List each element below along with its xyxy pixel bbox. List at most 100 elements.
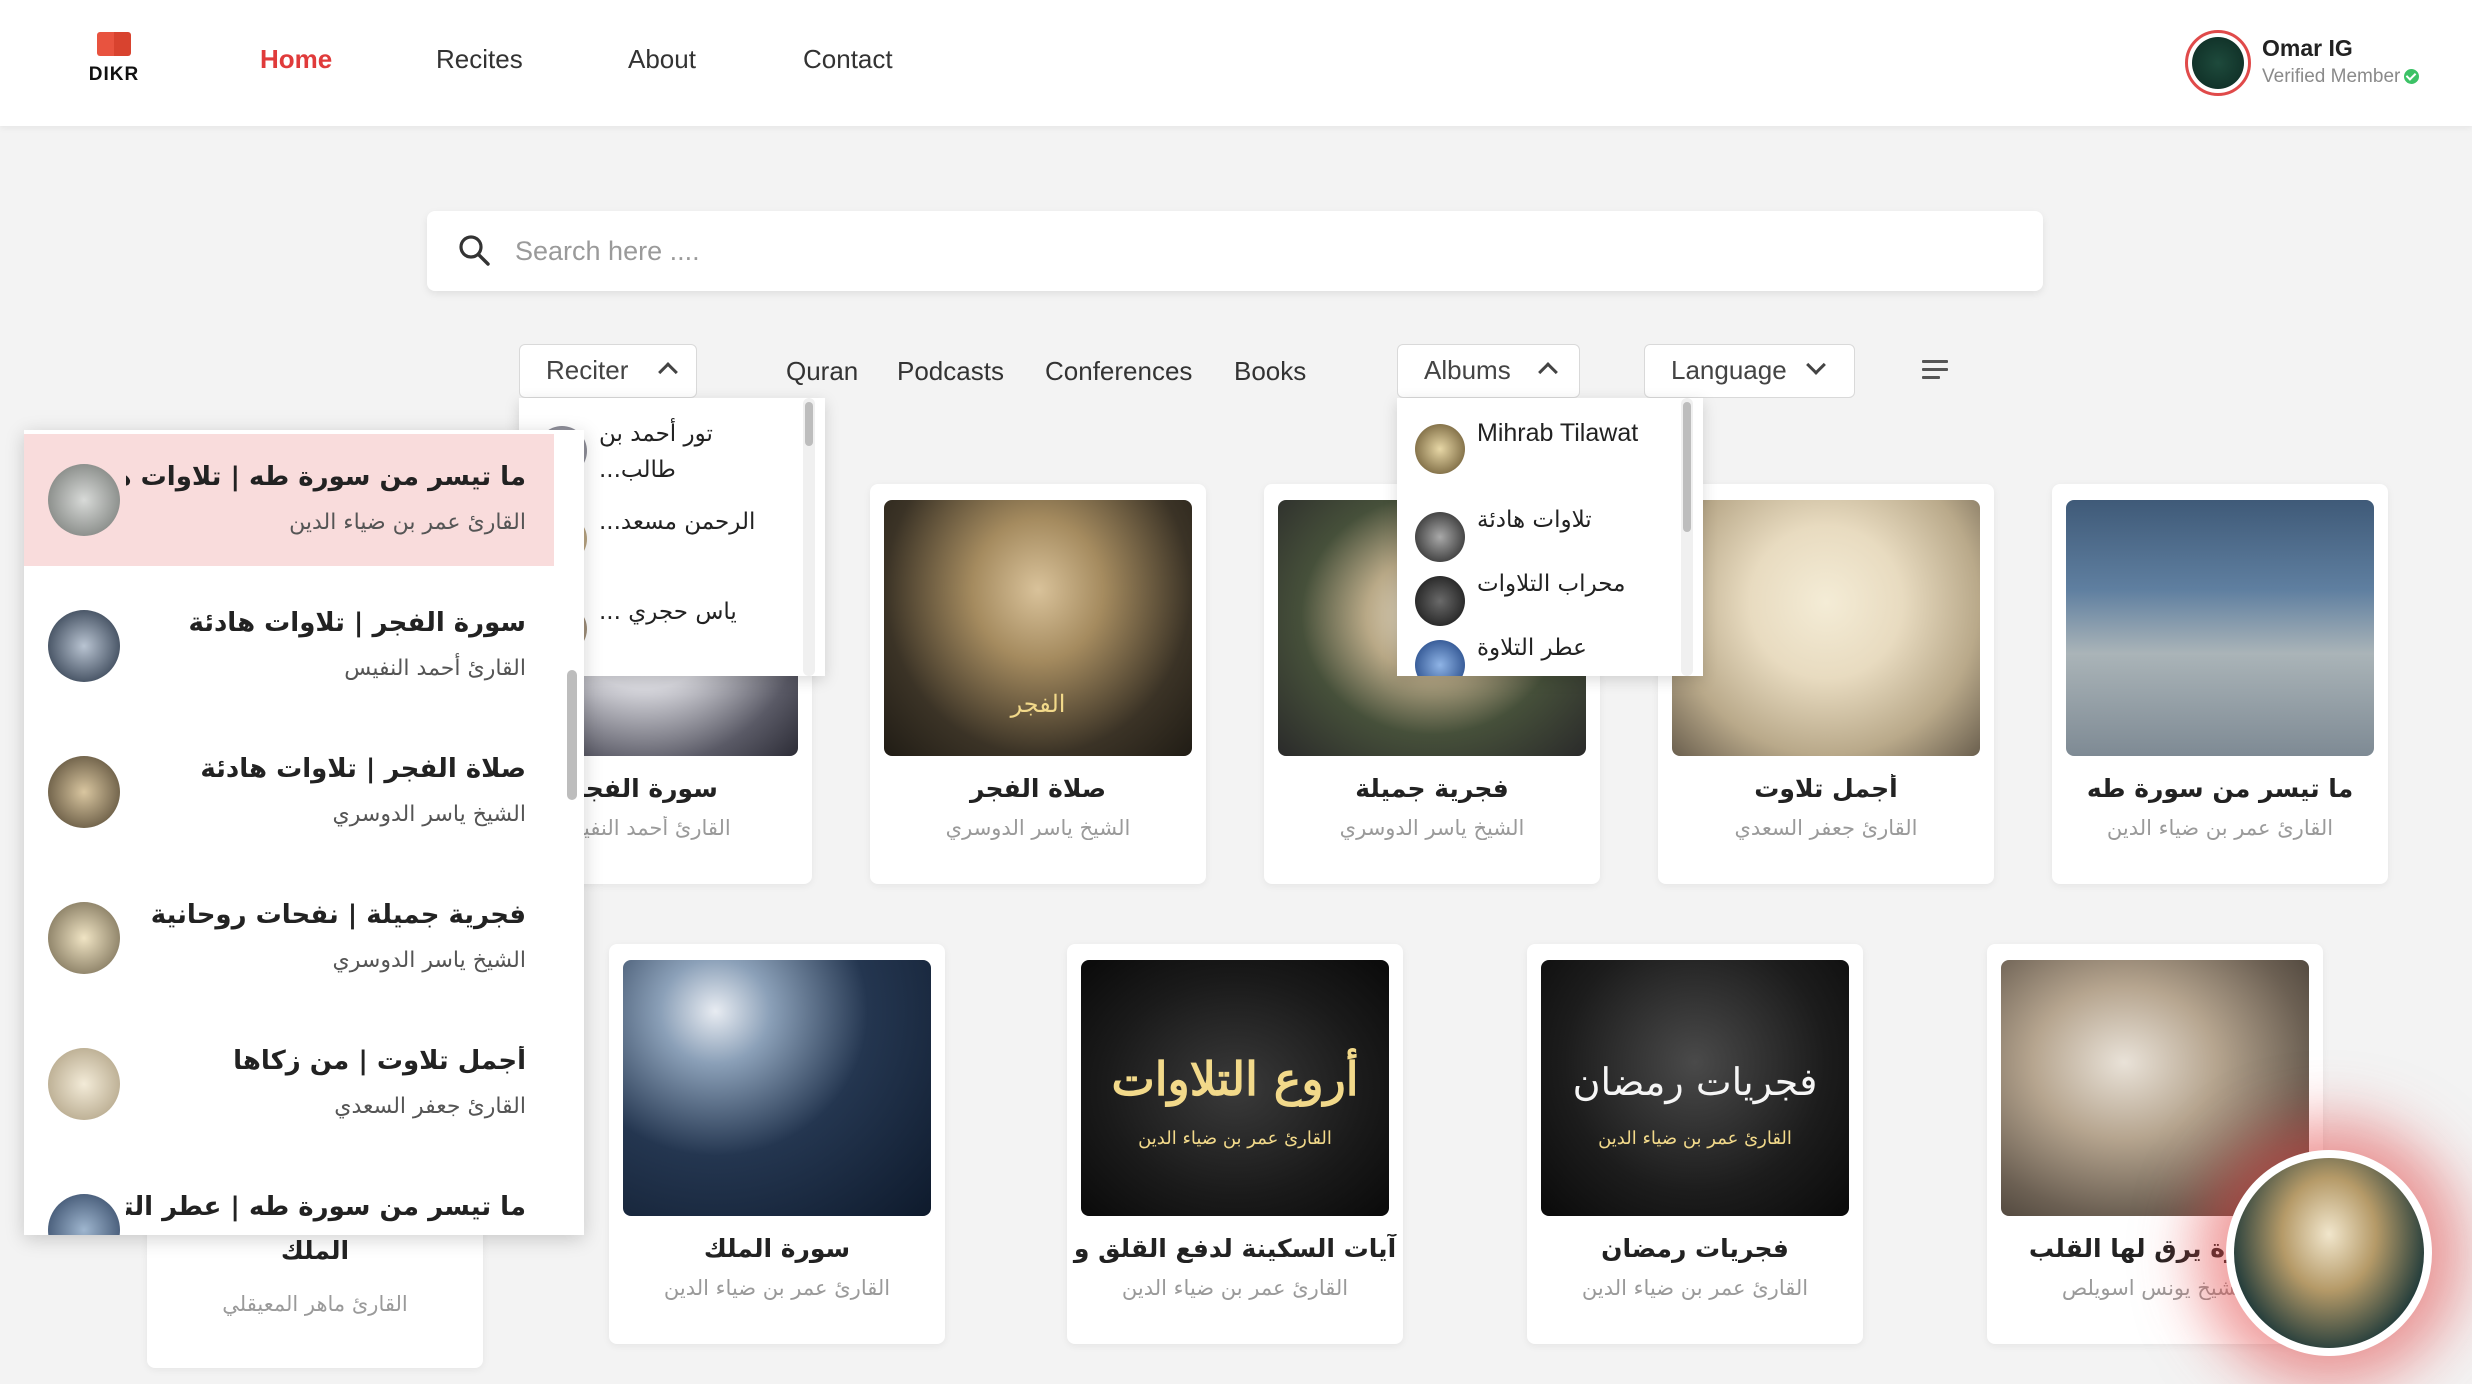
album-avatar (1415, 512, 1465, 562)
album-avatar (1415, 424, 1465, 474)
list-item-avatar (48, 1194, 120, 1235)
album-option[interactable]: Mihrab Tilawat (1415, 414, 1655, 474)
card-reciter: القارئ عمر بن ضياء الدين (2106, 816, 2334, 840)
reciter-filter-button[interactable]: Reciter (519, 344, 697, 398)
panel-scrollbar[interactable] (564, 670, 578, 1235)
list-item[interactable]: فجرية جميلة | نفحات روحانية الشيخ ياسر ا… (24, 872, 554, 1004)
reciter-option-label: ياس حجري ... (599, 599, 737, 625)
album-option[interactable]: محراب التلاوات (1415, 566, 1655, 626)
logo-text: DIKR (88, 64, 140, 85)
card-title: فجرية جميلة (1355, 774, 1509, 803)
list-item[interactable]: ما تيسر من سورة طه | تلاوات هادئة القارئ… (24, 434, 554, 566)
thumbnail-caption: أروع التلاوات (1111, 1052, 1359, 1106)
top-navbar: DIKR Home Recites About Contact Omar IG … (0, 0, 2472, 126)
user-profile[interactable]: Omar IG Verified Member (2185, 30, 2445, 96)
list-item[interactable]: سورة الفجر | تلاوات هادئة القارئ أحمد ال… (24, 580, 554, 712)
list-item-avatar (48, 610, 120, 682)
card-reciter: القارئ عمر بن ضياء الدين (1581, 1276, 1809, 1300)
search-icon[interactable] (457, 233, 493, 269)
floating-player-button[interactable] (2226, 1150, 2432, 1356)
card-reciter: الشيخ ياسر الدوسري (1339, 816, 1525, 840)
nav-home[interactable]: Home (260, 44, 332, 75)
category-podcasts[interactable]: Podcasts (897, 356, 1004, 387)
nav-contact[interactable]: Contact (803, 44, 893, 75)
card-title: أجمل تلاوت (1754, 774, 1898, 803)
card-thumbnail (1672, 500, 1980, 756)
avatar[interactable] (2185, 30, 2251, 96)
list-item-title: سورة الفجر | تلاوات هادئة (188, 608, 526, 638)
sort-lines-icon[interactable] (1922, 360, 1948, 382)
category-books[interactable]: Books (1234, 356, 1306, 387)
search-input[interactable] (515, 223, 2015, 279)
card-reciter: القارئ عمر بن ضياء الدين (1121, 1276, 1349, 1300)
user-status: Verified Member (2262, 66, 2420, 88)
category-conferences[interactable]: Conferences (1045, 356, 1192, 387)
list-item[interactable]: ما تيسر من سورة طه | عطر التلاوة (24, 1164, 554, 1235)
chevron-up-icon (1538, 362, 1558, 382)
album-option-label: محراب التلاوات (1477, 571, 1626, 597)
list-item-title: ما تيسر من سورة طه | عطر التلاوة (126, 1192, 526, 1222)
album-option[interactable]: تلاوات هادئة (1415, 502, 1655, 562)
recitation-card[interactable]: ما تيسر من سورة طه القارئ عمر بن ضياء ال… (2052, 484, 2388, 884)
album-option-label: Mihrab Tilawat (1477, 419, 1639, 447)
list-item-reciter: القارئ أحمد النفيس (344, 656, 526, 681)
thumbnail-caption-sub: القارئ عمر بن ضياء الدين (1138, 1128, 1332, 1149)
recitation-card[interactable]: سورة الملك القارئ عمر بن ضياء الدين (609, 944, 945, 1344)
album-option-label: تلاوات هادئة (1477, 507, 1592, 533)
dropdown-scrollbar[interactable] (803, 398, 815, 676)
list-item[interactable]: صلاة الفجر | تلاوات هادئة الشيخ ياسر الد… (24, 726, 554, 858)
list-item-avatar (48, 1048, 120, 1120)
logo[interactable]: DIKR (84, 32, 144, 86)
card-title: الملك (280, 1236, 350, 1265)
book-icon (97, 32, 131, 56)
list-item-title: فجرية جميلة | نفحات روحانية (150, 900, 526, 930)
recitations-list-panel: ما تيسر من سورة طه | تلاوات هادئة القارئ… (24, 430, 584, 1235)
albums-filter-button[interactable]: Albums (1397, 344, 1580, 398)
albums-dropdown: Mihrab Tilawat تلاوات هادئة محراب التلاو… (1397, 398, 1703, 676)
album-option[interactable]: عطر التلاوة (1415, 630, 1655, 676)
card-title: فجريات رمضان (1601, 1234, 1789, 1263)
albums-filter-label: Albums (1424, 355, 1511, 385)
list-item-reciter: القارئ عمر بن ضياء الدين (289, 510, 526, 535)
now-playing-thumbnail (2234, 1158, 2424, 1348)
card-thumbnail: الفجر (884, 500, 1192, 756)
thumbnail-caption-sub: القارئ عمر بن ضياء الدين (1598, 1128, 1792, 1149)
card-reciter: القارئ ماهر المعيقلي (222, 1292, 408, 1316)
language-filter-button[interactable]: Language (1644, 344, 1855, 398)
recitation-card[interactable]: فجريات رمضان القارئ عمر بن ضياء الدين فج… (1527, 944, 1863, 1344)
language-filter-label: Language (1671, 355, 1787, 385)
recitation-card[interactable]: الفجر صلاة الفجر الشيخ ياسر الدوسري (870, 484, 1206, 884)
dropdown-scrollbar[interactable] (1681, 398, 1693, 676)
card-title: صلاة الفجر (969, 774, 1107, 803)
card-reciter: القارئ جعفر السعدي (1734, 816, 1918, 840)
list-item-title: ما تيسر من سورة طه | تلاوات هادئة (126, 462, 526, 492)
category-quran[interactable]: Quran (786, 356, 858, 387)
recitation-card[interactable]: أروع التلاوات القارئ عمر بن ضياء الدين آ… (1067, 944, 1403, 1344)
chevron-down-icon (1806, 355, 1826, 375)
nav-recites[interactable]: Recites (436, 44, 523, 75)
list-item-avatar (48, 756, 120, 828)
thumbnail-caption: فجريات رمضان (1572, 1060, 1818, 1104)
verified-check-icon (2404, 69, 2420, 85)
card-thumbnail: أروع التلاوات القارئ عمر بن ضياء الدين (1081, 960, 1389, 1216)
recitation-card[interactable]: أجمل تلاوت القارئ جعفر السعدي (1658, 484, 1994, 884)
nav-about[interactable]: About (628, 44, 696, 75)
card-reciter: الشيخ ياسر الدوسري (945, 816, 1131, 840)
list-item[interactable]: أجمل تلاوت | من زكاها القارئ جعفر السعدي (24, 1018, 554, 1150)
reciter-option-label: الرحمن مسعد... (599, 509, 756, 535)
album-avatar (1415, 640, 1465, 676)
search-bar (427, 211, 2043, 291)
reciter-option-label: تور أحمد بن طالب... (599, 421, 713, 483)
thumbnail-caption: الفجر (1010, 690, 1066, 718)
user-status-text: Verified Member (2262, 66, 2401, 87)
card-title: سورة الملك (703, 1234, 851, 1263)
card-title: ما تيسر من سورة طه (2086, 774, 2354, 803)
chevron-up-icon (658, 362, 678, 382)
list-item-reciter: القارئ جعفر السعدي (334, 1094, 526, 1119)
card-reciter: القارئ عمر بن ضياء الدين (663, 1276, 891, 1300)
user-name: Omar IG (2262, 35, 2353, 61)
list-item-avatar (48, 464, 120, 536)
card-thumbnail (623, 960, 931, 1216)
list-item-avatar (48, 902, 120, 974)
list-item-reciter: الشيخ ياسر الدوسري (332, 948, 526, 973)
